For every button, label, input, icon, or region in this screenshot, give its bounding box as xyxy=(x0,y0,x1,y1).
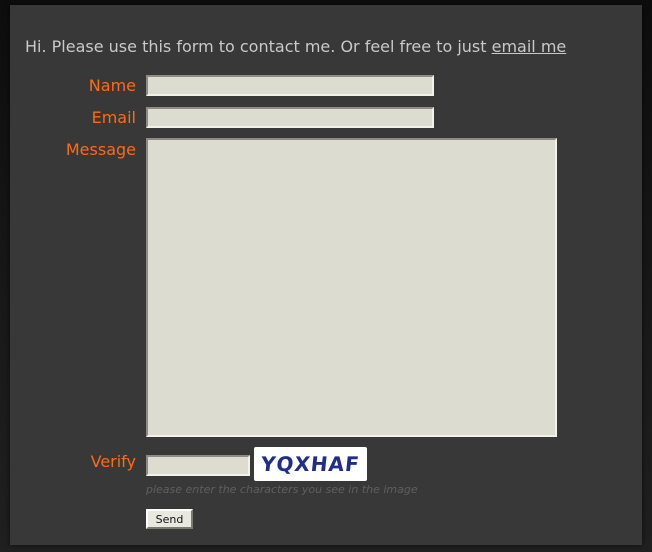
name-field[interactable] xyxy=(146,75,434,96)
email-field[interactable] xyxy=(146,107,434,128)
verify-label: Verify xyxy=(90,452,136,471)
send-button[interactable]: Send xyxy=(146,509,193,529)
intro-sentence: Hi. Please use this form to contact me. … xyxy=(25,37,492,56)
verify-field[interactable] xyxy=(146,455,250,476)
message-label: Message xyxy=(65,140,136,159)
name-label: Name xyxy=(88,76,136,95)
intro-text: Hi. Please use this form to contact me. … xyxy=(25,37,566,56)
message-textarea[interactable] xyxy=(146,138,557,437)
contact-form-panel: Hi. Please use this form to contact me. … xyxy=(10,5,642,545)
captcha-text: YQXHAF xyxy=(259,452,362,476)
email-me-link[interactable]: email me xyxy=(492,37,567,56)
captcha-hint: please enter the characters you see in t… xyxy=(146,483,418,496)
captcha-image: YQXHAF xyxy=(254,447,367,481)
email-label: Email xyxy=(91,108,136,127)
